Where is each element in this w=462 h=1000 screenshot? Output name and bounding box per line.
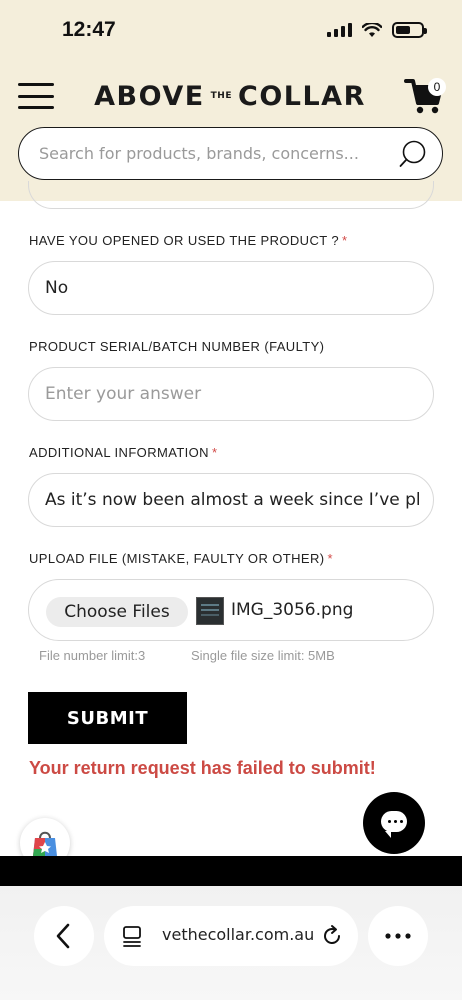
reload-icon[interactable]: [320, 924, 344, 948]
error-message: Your return request has failed to submit…: [29, 758, 376, 778]
required-mark: *: [327, 551, 333, 566]
browser-toolbar: vethecollar.com.au: [0, 886, 462, 1000]
choose-files-button[interactable]: Choose Files: [46, 597, 188, 627]
additional-info-label: ADDITIONAL INFORMATION *: [29, 445, 218, 460]
required-mark: *: [211, 445, 218, 460]
submit-button[interactable]: SUBMIT: [28, 692, 187, 744]
more-options-button[interactable]: [368, 906, 428, 966]
battery-icon: [392, 22, 427, 38]
status-time: 12:47: [62, 18, 116, 41]
additional-info-input[interactable]: As it’s now been almost a week since I’v…: [28, 473, 434, 527]
opened-select[interactable]: No: [28, 261, 434, 315]
cart-count-badge: 0: [428, 78, 446, 96]
serial-input[interactable]: Enter your answer: [28, 367, 434, 421]
address-bar[interactable]: vethecollar.com.au: [104, 906, 358, 966]
ellipsis-icon: [385, 933, 411, 939]
signal-icon: [327, 23, 352, 37]
site-logo[interactable]: ABOVE THE COLLAR: [92, 78, 368, 114]
site-header: 12:47 ABOVE THE COLLAR 0: [0, 0, 462, 201]
file-upload-field: Choose Files IMG_3056.png: [28, 579, 434, 641]
url-text: vethecollar.com.au: [162, 925, 315, 944]
chat-button[interactable]: [363, 792, 425, 854]
search-icon[interactable]: [398, 139, 428, 169]
search-bar: [18, 127, 443, 180]
reader-icon: [123, 926, 141, 947]
serial-label: PRODUCT SERIAL/BATCH NUMBER (FAULTY): [29, 339, 325, 354]
footer-strip: [0, 856, 462, 886]
opened-label: HAVE YOU OPENED OR USED THE PRODUCT ? *: [29, 233, 348, 248]
search-input[interactable]: [39, 128, 399, 178]
file-thumbnail: [196, 597, 224, 625]
chevron-left-icon: [56, 923, 70, 949]
previous-field[interactable]: [28, 181, 434, 209]
status-icons: [327, 22, 427, 38]
menu-icon[interactable]: [18, 83, 54, 109]
file-name: IMG_3056.png: [231, 600, 354, 620]
file-number-limit: File number limit:3: [39, 648, 146, 663]
wifi-icon: [362, 22, 382, 37]
back-button[interactable]: [34, 906, 94, 966]
required-mark: *: [342, 233, 348, 248]
upload-label: UPLOAD FILE (MISTAKE, FAULTY OR OTHER) *: [29, 551, 333, 566]
file-size-limit: Single file size limit: 5MB: [191, 648, 335, 663]
